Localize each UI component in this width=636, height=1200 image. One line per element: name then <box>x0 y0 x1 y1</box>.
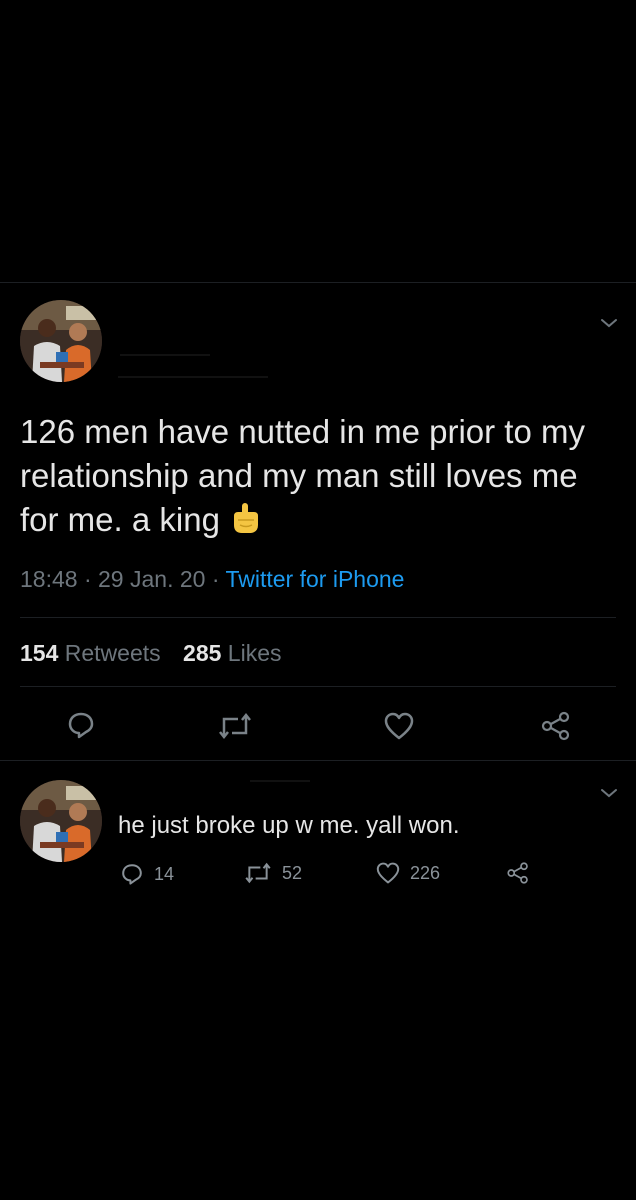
reply-redacted-name <box>250 780 310 782</box>
tweet-bottom-divider <box>0 760 636 761</box>
redacted-name <box>120 354 210 356</box>
retweets-label: Retweets <box>64 640 161 666</box>
like-count: 226 <box>410 862 441 883</box>
retweet-icon <box>245 862 271 884</box>
tweet-stats: 154 Retweets 285 Likes <box>20 640 282 667</box>
top-divider <box>0 282 636 283</box>
reply-like-button[interactable]: 226 <box>376 862 440 884</box>
reply-text: he just broke up w me. yall won. <box>118 812 460 839</box>
like-button[interactable] <box>384 712 414 740</box>
meta-separator: · <box>83 566 92 592</box>
meta-divider <box>20 617 616 618</box>
like-icon <box>384 712 414 740</box>
reply-retweet-button[interactable]: 52 <box>244 862 302 884</box>
reply-chevron-down-icon[interactable] <box>600 786 618 800</box>
reply-count: 14 <box>154 863 175 884</box>
tweet-text: 126 men have nutted in me prior to my re… <box>20 410 600 546</box>
retweet-button[interactable] <box>218 712 252 740</box>
retweets-count: 154 <box>20 640 59 666</box>
likes-label: Likes <box>227 640 282 666</box>
avatar[interactable] <box>20 300 102 382</box>
tweet-source[interactable]: Twitter for iPhone <box>225 566 404 592</box>
likes-stat[interactable]: 285 Likes <box>183 640 281 666</box>
tweet-time: 18:48 <box>20 566 78 592</box>
reply-avatar[interactable] <box>20 780 102 862</box>
like-icon <box>376 862 400 884</box>
tweet-meta: 18:48 · 29 Jan. 20 · Twitter for iPhone <box>20 566 404 593</box>
tweet-body: 126 men have nutted in me prior to my re… <box>20 413 585 538</box>
middle-finger-emoji-icon <box>228 501 262 546</box>
meta-separator: · <box>211 566 220 592</box>
reply-button[interactable] <box>66 710 96 740</box>
tweet-date[interactable]: 29 Jan. 20 <box>98 566 205 592</box>
share-icon <box>507 862 528 884</box>
retweet-count: 52 <box>282 862 303 883</box>
stats-divider <box>20 686 616 687</box>
reply-share-button[interactable] <box>506 861 530 885</box>
retweets-stat[interactable]: 154 Retweets <box>20 640 161 666</box>
likes-count: 285 <box>183 640 222 666</box>
share-button[interactable] <box>540 710 572 742</box>
chevron-down-icon[interactable] <box>600 316 618 330</box>
retweet-icon <box>219 712 251 740</box>
reply-icon <box>68 712 94 739</box>
share-icon <box>541 711 570 741</box>
redacted-handle <box>118 376 268 378</box>
reply-icon <box>122 864 142 885</box>
reply-reply-button[interactable]: 14 <box>120 862 174 886</box>
